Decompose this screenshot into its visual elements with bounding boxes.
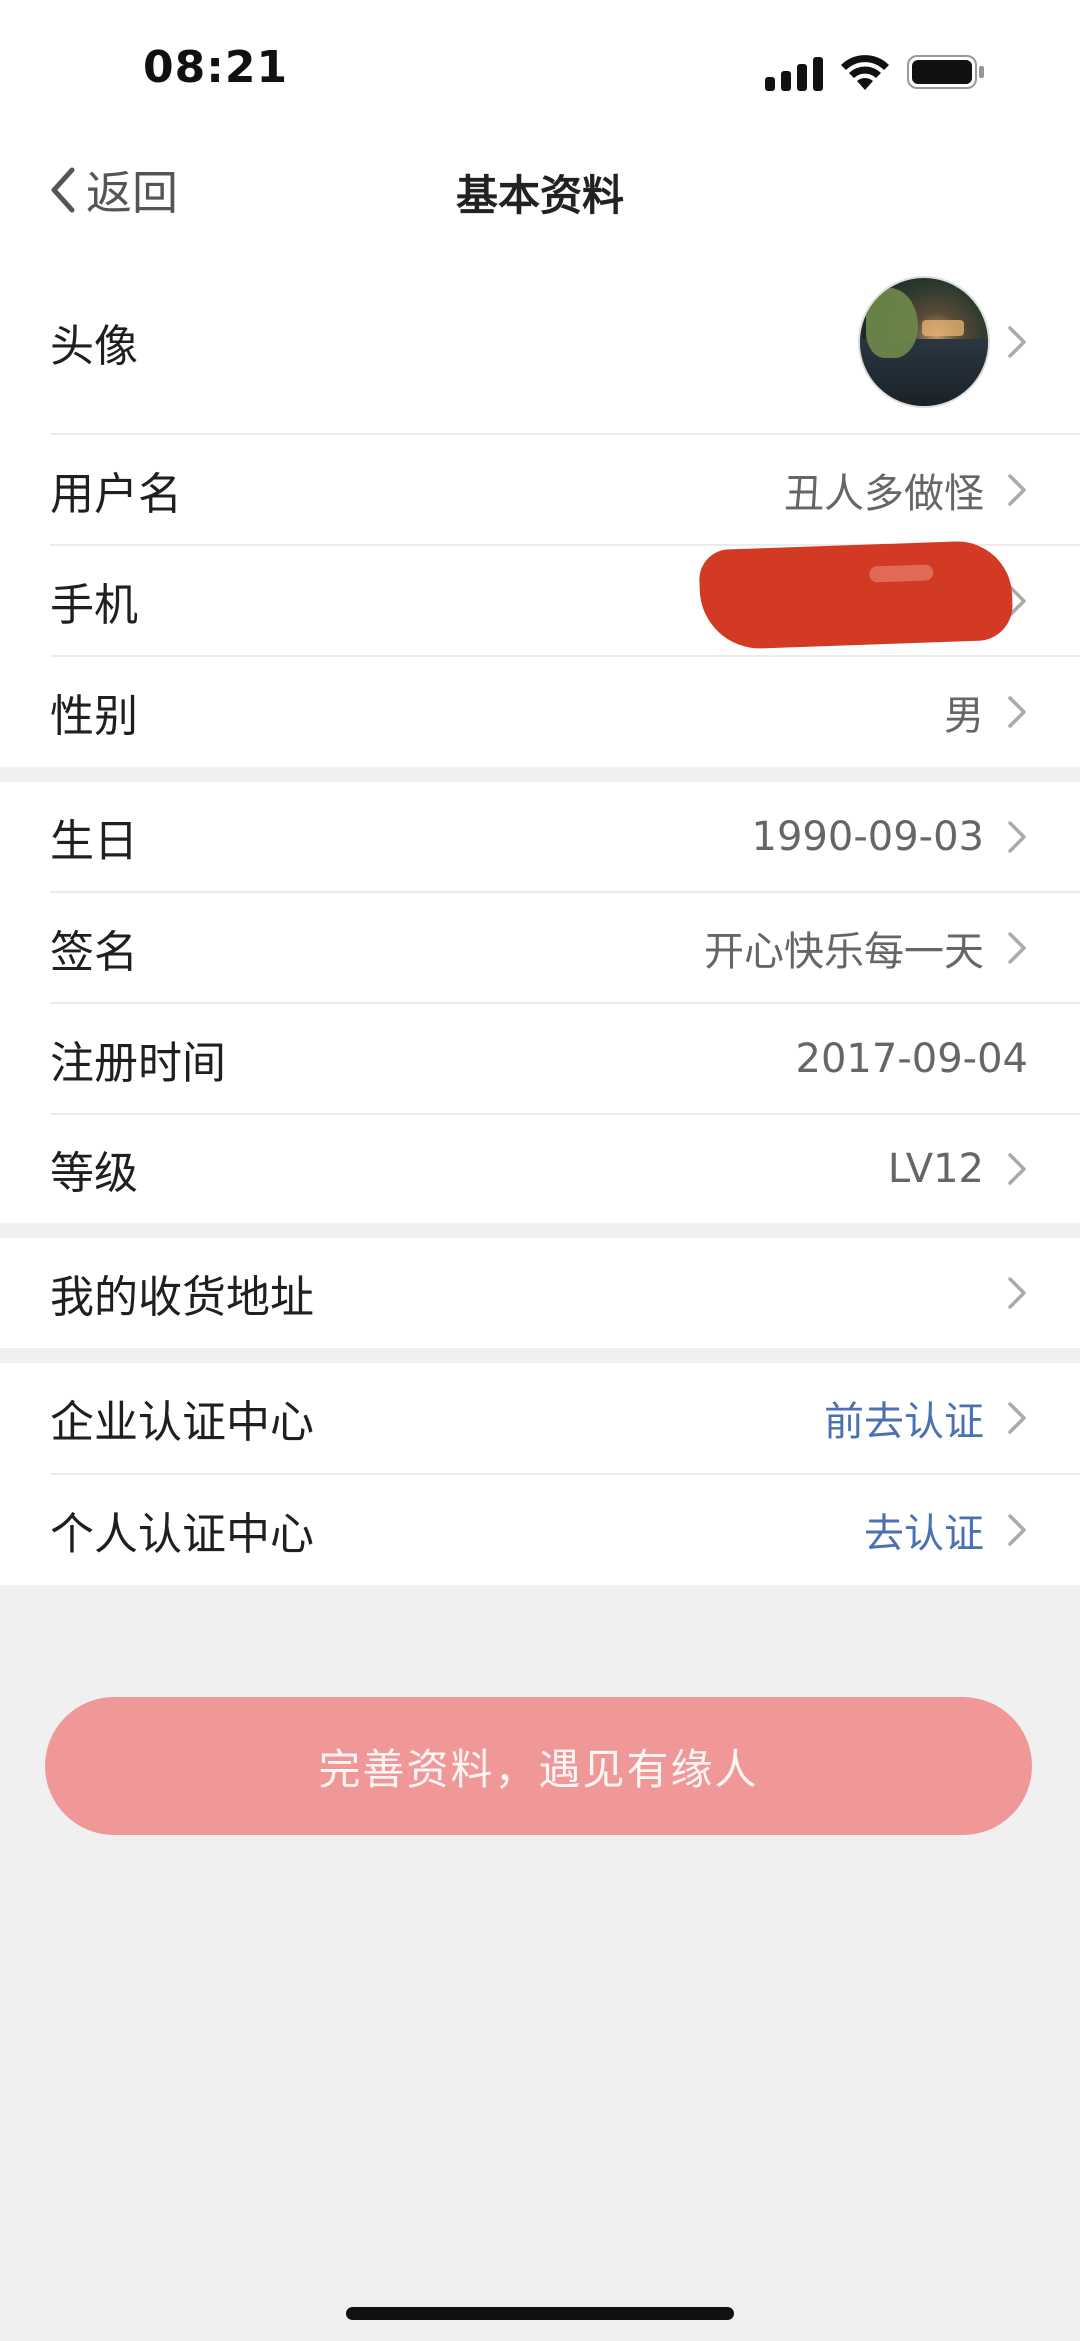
chevron-right-icon (1008, 1153, 1026, 1185)
signature-row[interactable]: 签名 开心快乐每一天 (0, 893, 1080, 1002)
chevron-right-icon (1008, 325, 1026, 358)
chevron-right-icon (1008, 931, 1026, 964)
details-group: 生日 1990-09-03 签名 开心快乐每一天 注册时间 2017-09-04… (0, 782, 1080, 1223)
chevron-right-icon (1008, 1277, 1026, 1309)
nav-bar: 返回 基本资料 (0, 130, 1080, 250)
signature-value: 开心快乐每一天 (704, 928, 984, 975)
username-row[interactable]: 用户名 丑人多做怪 (0, 435, 1080, 544)
cellular-signal-icon (765, 55, 823, 91)
gender-value: 男 (944, 693, 984, 739)
profile-group: 头像 用户名 丑人多做怪 手机 性别 男 (0, 250, 1080, 767)
chevron-right-icon (1008, 1402, 1026, 1434)
enterprise-cert-label: 企业认证中心 (50, 1397, 314, 1448)
enterprise-cert-row[interactable]: 企业认证中心 前去认证 (0, 1363, 1080, 1473)
register-time-value: 2017-09-04 (795, 1035, 1028, 1082)
chevron-right-icon (1008, 696, 1026, 728)
username-value: 丑人多做怪 (784, 470, 984, 517)
avatar (858, 275, 990, 408)
page-title: 基本资料 (455, 171, 624, 220)
level-row[interactable]: 等级 LV12 (0, 1115, 1080, 1223)
avatar-row[interactable]: 头像 (0, 250, 1080, 433)
enterprise-cert-action[interactable]: 前去认证 (824, 1389, 984, 1447)
chevron-right-icon (1008, 820, 1026, 853)
address-row[interactable]: 我的收货地址 (0, 1238, 1080, 1348)
address-label: 我的收货地址 (50, 1272, 314, 1323)
personal-cert-label: 个人认证中心 (50, 1509, 314, 1560)
battery-icon (907, 55, 984, 89)
gender-label: 性别 (50, 691, 138, 742)
personal-cert-row[interactable]: 个人认证中心 去认证 (0, 1475, 1080, 1585)
redaction-mark (698, 539, 1014, 651)
home-indicator[interactable] (346, 2307, 734, 2320)
birthday-label: 生日 (50, 815, 138, 867)
birthday-value: 1990-09-03 (751, 813, 984, 860)
signature-label: 签名 (50, 926, 138, 978)
chevron-right-icon (1008, 1514, 1026, 1546)
level-value: LV12 (887, 1146, 984, 1192)
status-bar: 08:21 (0, 0, 1080, 130)
avatar-label: 头像 (50, 320, 138, 372)
chevron-right-icon (1008, 473, 1026, 506)
phone-label: 手机 (50, 579, 138, 631)
address-group: 我的收货地址 (0, 1238, 1080, 1348)
certification-group: 企业认证中心 前去认证 个人认证中心 去认证 (0, 1363, 1080, 1585)
status-time: 08:21 (143, 42, 289, 93)
register-time-row: 注册时间 2017-09-04 (0, 1004, 1080, 1113)
username-label: 用户名 (50, 468, 182, 520)
birthday-row[interactable]: 生日 1990-09-03 (0, 782, 1080, 891)
wifi-icon (841, 55, 889, 90)
gender-row[interactable]: 性别 男 (0, 657, 1080, 767)
level-label: 等级 (50, 1148, 138, 1199)
register-time-label: 注册时间 (50, 1037, 226, 1089)
complete-profile-button[interactable]: 完善资料，遇见有缘人 (45, 1697, 1032, 1835)
personal-cert-action[interactable]: 去认证 (864, 1501, 984, 1559)
